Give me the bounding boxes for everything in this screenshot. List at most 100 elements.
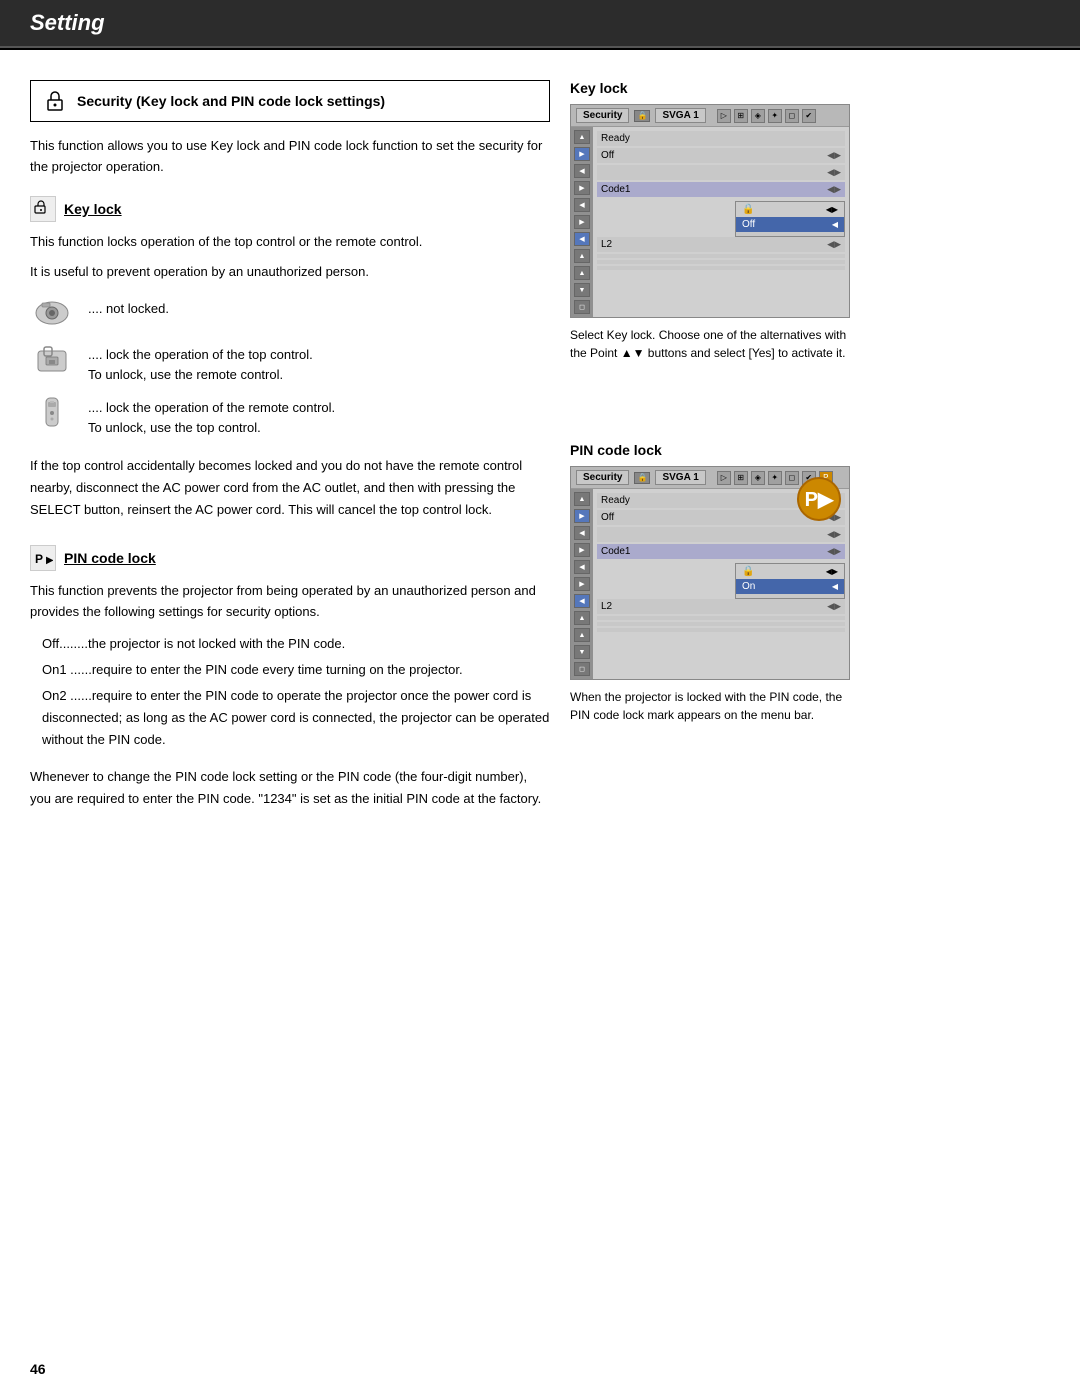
main-content: Security (Key lock and PIN code lock set…: [0, 50, 1080, 810]
svg-text:P: P: [35, 552, 43, 566]
proj-pin-menu-l2: L2 ◀▶: [597, 599, 845, 614]
pin-code-lock-note: Whenever to change the PIN code lock set…: [30, 766, 550, 810]
page-title: Setting: [30, 10, 105, 35]
proj-sidebar-key-lock: ▲ ▶ ◀ ▶ ◀ ▶ ◀ ▲ ▲ ▼ ◻: [571, 127, 593, 317]
pin-code-lock-label: PIN code lock: [64, 550, 156, 566]
key-lock-subsection-heading: Key lock: [30, 196, 550, 222]
proj-submenu-key-lock: 🔒 ◀▶ Off ◀: [735, 201, 845, 237]
page-number: 46: [30, 1361, 46, 1377]
lock-remote-icon: [30, 394, 74, 430]
key-lock-icon: [30, 196, 56, 222]
proj-pin-sidebar-btn-4: ▶: [574, 543, 590, 557]
proj-pin-sidebar-btn-8: ▲: [574, 611, 590, 625]
proj-pin-sidebar-btn-7: ◀: [574, 594, 590, 608]
proj-sidebar-btn-5: ◀: [574, 198, 590, 212]
proj-pin-security-label: Security: [576, 470, 629, 485]
proj-pin-sidebar-btn-6: ▶: [574, 577, 590, 591]
proj-menu-blank: ◀▶: [597, 165, 845, 180]
key-lock-warning: If the top control accidentally becomes …: [30, 455, 550, 521]
svg-text:▶: ▶: [46, 555, 53, 566]
camera-unlocked-svg: [30, 298, 74, 328]
proj-topbar-icons: ▷ ⊞ ◈ ✦ ◻ ✔: [717, 109, 816, 123]
pin-code-lock-desc: This function prevents the projector fro…: [30, 581, 550, 623]
security-intro-text: This function allows you to use Key lock…: [30, 136, 550, 178]
proj-pin-icon-5: ◻: [785, 471, 799, 485]
pin-code-lock-list: Off........the projector is not locked w…: [42, 633, 550, 751]
proj-menu-l2: L2 ◀▶: [597, 237, 845, 252]
proj-sidebar-btn-10: ▼: [574, 283, 590, 297]
pin-code-lock-caption: When the projector is locked with the PI…: [570, 688, 850, 724]
not-locked-icon: [30, 295, 74, 331]
proj-menu-ready: Ready: [597, 131, 845, 146]
proj-pin-menu-extra1: [597, 616, 845, 620]
lock-top-text: .... lock the operation of the top contr…: [88, 341, 313, 384]
proj-sidebar-btn-3: ◀: [574, 164, 590, 178]
key-lock-icon-list: .... not locked. .... lock the operation…: [30, 295, 550, 437]
pin-off-item: Off........the projector is not locked w…: [42, 633, 550, 655]
left-column: Security (Key lock and PIN code lock set…: [30, 80, 550, 810]
pin-lock-subsection-heading: P ▶ PIN code lock: [30, 545, 550, 571]
proj-pin-sidebar-btn-9: ▲: [574, 628, 590, 642]
proj-sidebar-pin-lock: ▲ ▶ ◀ ▶ ◀ ▶ ◀ ▲ ▲ ▼ ◻: [571, 489, 593, 679]
proj-sidebar-btn-4: ▶: [574, 181, 590, 195]
lock-key-icon: [43, 89, 67, 113]
lock-remote-text: .... lock the operation of the remote co…: [88, 394, 335, 437]
proj-body-key-lock: ▲ ▶ ◀ ▶ ◀ ▶ ◀ ▲ ▲ ▼ ◻: [571, 127, 849, 317]
proj-pin-sidebar-btn-3: ◀: [574, 526, 590, 540]
key-lock-screenshot: Key lock Security 🔒 SVGA 1 ▷ ⊞ ◈ ✦ ◻ ✔: [570, 80, 930, 362]
proj-icon-2: ⊞: [734, 109, 748, 123]
proj-menu-extra1: [597, 254, 845, 258]
pin-icon: P ▶: [33, 548, 53, 568]
proj-pin-menu-code1: Code1 ◀▶: [597, 544, 845, 559]
proj-submenu-container: 🔒 ◀▶ Off ◀: [597, 201, 845, 237]
lock-remote-svg: [30, 396, 74, 428]
proj-pin-submenu-on: On ◀: [736, 579, 844, 594]
proj-icon-4: ✦: [768, 109, 782, 123]
proj-pin-icon-3: ◈: [751, 471, 765, 485]
proj-pin-sidebar-btn-2: ▶: [574, 509, 590, 523]
proj-pin-sidebar-btn-10: ▼: [574, 645, 590, 659]
page-header: Setting: [0, 0, 1080, 48]
proj-pin-svga-label: SVGA 1: [655, 470, 705, 485]
proj-ui-pin-lock: Security 🔒 SVGA 1 ▷ ⊞ ◈ ✦ ◻ ✔ P P▶: [570, 466, 850, 680]
proj-submenu-spare: [736, 232, 844, 236]
right-column: Key lock Security 🔒 SVGA 1 ▷ ⊞ ◈ ✦ ◻ ✔: [570, 80, 930, 810]
pin-code-lock-screenshot: PIN code lock Security 🔒 SVGA 1 ▷ ⊞ ◈ ✦ …: [570, 442, 930, 724]
key-lock-label: Key lock: [64, 201, 122, 217]
lock-remote-item: .... lock the operation of the remote co…: [30, 394, 550, 437]
proj-pin-icon-2: ⊞: [734, 471, 748, 485]
proj-icon-1: ▷: [717, 109, 731, 123]
right-section-gap: [570, 382, 930, 442]
proj-menu-code1: Code1 ◀▶: [597, 182, 845, 197]
proj-sidebar-btn-6: ▶: [574, 215, 590, 229]
pin-code-lock-section: P ▶ PIN code lock This function prevents…: [30, 545, 550, 809]
proj-pin-menu-extra3: [597, 628, 845, 632]
proj-sidebar-btn-11: ◻: [574, 300, 590, 314]
proj-icon-5: ◻: [785, 109, 799, 123]
pin-badge-overlay: P▶: [797, 477, 841, 521]
proj-pin-menu-extra2: [597, 622, 845, 626]
proj-pin-submenu-spare: [736, 594, 844, 598]
proj-svga-label: SVGA 1: [655, 108, 705, 123]
pin-on1-item: On1 ......require to enter the PIN code …: [42, 659, 550, 681]
key-lock-caption: Select Key lock. Choose one of the alter…: [570, 326, 850, 362]
proj-pin-lock-icon: 🔒: [634, 472, 650, 484]
proj-pin-sidebar-btn-5: ◀: [574, 560, 590, 574]
pin-lock-icon: P ▶: [30, 545, 56, 571]
security-heading-box: Security (Key lock and PIN code lock set…: [30, 80, 550, 122]
proj-topbar-key-lock: Security 🔒 SVGA 1 ▷ ⊞ ◈ ✦ ◻ ✔: [571, 105, 849, 127]
proj-submenu-off: Off ◀: [736, 217, 844, 232]
proj-sidebar-btn-7: ◀: [574, 232, 590, 246]
lock-top-icon: [30, 341, 74, 377]
proj-sidebar-btn-1: ▲: [574, 130, 590, 144]
lock-top-item: .... lock the operation of the top contr…: [30, 341, 550, 384]
proj-ui-key-lock: Security 🔒 SVGA 1 ▷ ⊞ ◈ ✦ ◻ ✔ ▲: [570, 104, 850, 318]
lock-top-svg: [30, 343, 74, 375]
not-locked-text: .... not locked.: [88, 295, 169, 319]
pin-code-lock-screenshot-label: PIN code lock: [570, 442, 930, 458]
proj-pin-icon-1: ▷: [717, 471, 731, 485]
proj-sidebar-btn-2: ▶: [574, 147, 590, 161]
key-lock-screenshot-label: Key lock: [570, 80, 930, 96]
proj-icon-3: ◈: [751, 109, 765, 123]
proj-menu-extra2: [597, 260, 845, 264]
